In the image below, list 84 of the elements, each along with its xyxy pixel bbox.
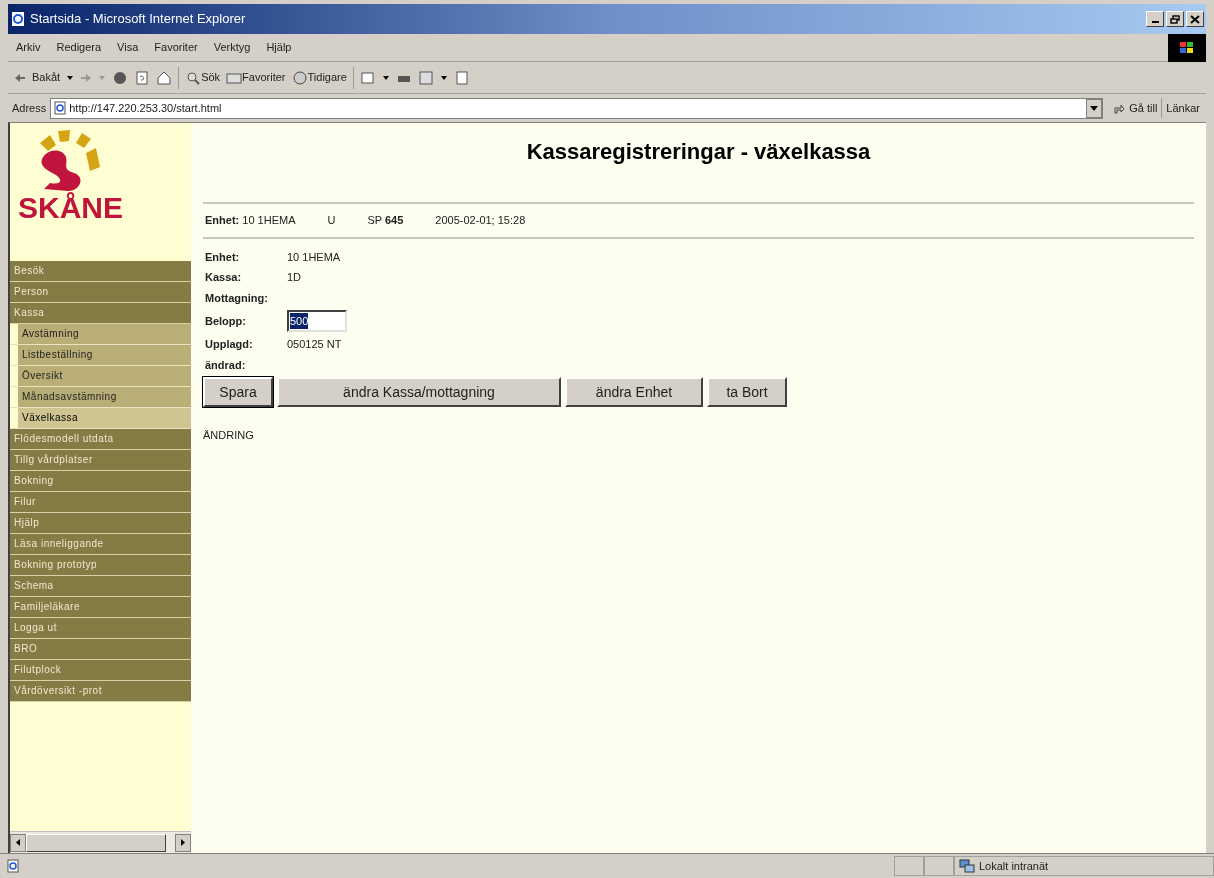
status-message: ÄNDRING [203, 428, 255, 443]
sidebar-item[interactable]: Vårdöversikt -prot [10, 681, 191, 701]
menu-item[interactable]: Arkiv [8, 39, 49, 56]
form-button[interactable]: Spara [203, 377, 273, 407]
page-icon [6, 859, 20, 873]
amount-field[interactable]: 500 [287, 310, 347, 332]
header-text: 2005-02-01; 15:28 [435, 213, 526, 228]
menu-item[interactable]: Redigera [48, 39, 110, 56]
header-text: U [327, 213, 336, 228]
sidebar-item[interactable]: Växelkassa [18, 408, 191, 428]
sidebar-item[interactable]: Besök [10, 261, 191, 281]
sidebar-item[interactable]: Översikt [18, 366, 191, 386]
sidebar-item[interactable]: Logga ut [10, 618, 191, 638]
page-icon [53, 101, 68, 115]
left-arrow-icon [16, 839, 20, 846]
sidebar-item[interactable]: Bokning prototyp [10, 555, 191, 575]
history-button[interactable]: Tidigare [307, 69, 347, 86]
close-icon [1190, 14, 1200, 24]
sidebar-item[interactable]: Avstämning [18, 324, 191, 344]
intranet-icon [959, 859, 975, 873]
sidebar-item[interactable]: Månadsavstämning [18, 387, 191, 407]
home-icon[interactable] [156, 69, 173, 86]
field-label: Enhet: [205, 249, 241, 265]
restore-button[interactable] [1166, 11, 1184, 27]
sidebar-item[interactable]: Flödesmodell utdata [10, 429, 191, 449]
sidebar-item[interactable]: Bokning [10, 471, 191, 491]
address-field[interactable]: http://147.220.253.30/start.html [50, 97, 1104, 119]
caret-icon [1090, 105, 1099, 111]
sidebar-item[interactable]: Familjeläkare [10, 597, 191, 617]
minimize-icon [1151, 21, 1159, 23]
field-label: Mottagning: [205, 290, 269, 306]
search-icon[interactable] [185, 69, 202, 86]
links-button[interactable]: Länkar [1166, 99, 1202, 117]
right-arrow-icon [181, 839, 185, 846]
menu-item[interactable]: Visa [109, 39, 147, 56]
scrollbar-thumb[interactable] [26, 833, 166, 852]
field-label: ändrad: [205, 357, 247, 373]
window-title: Startsida - Microsoft Internet Explorer [30, 10, 246, 29]
sidebar-item[interactable]: Tillg vårdplatser [10, 450, 191, 470]
field-label: Kassa: [205, 270, 243, 285]
back-button[interactable]: Bakåt [32, 69, 61, 86]
menu-item[interactable]: Hjälp [258, 39, 300, 56]
sidebar-item[interactable]: Listbeställning [18, 345, 191, 365]
scroll-right-button[interactable] [175, 833, 191, 852]
sidebar-item[interactable]: Filutplock [10, 660, 191, 680]
go-button[interactable]: Gå till [1129, 99, 1158, 117]
field-value: 10 1HEMA [287, 249, 341, 265]
sidebar-item[interactable]: Läsa inneliggande [10, 534, 191, 554]
address-label: Adress [12, 100, 47, 116]
menu-item[interactable]: Verktyg [205, 39, 259, 56]
favorites-button[interactable]: Favoriter [242, 69, 286, 86]
field-value: 050125 NT [287, 337, 342, 352]
browser-icon [10, 11, 26, 27]
form-button[interactable]: ta Bort [707, 377, 787, 407]
field-label: Belopp: [205, 313, 247, 329]
go-arrow-icon [1113, 102, 1126, 114]
sidebar-item[interactable]: Person [10, 282, 191, 302]
status-panel [894, 856, 924, 876]
menu-item[interactable]: Favoriter [146, 39, 206, 56]
windows-logo [1168, 33, 1206, 62]
header-text: Enhet: 10 1HEMA [205, 213, 296, 228]
zone-label: Lokalt intranät [979, 858, 1049, 874]
restore-icon [1170, 14, 1180, 24]
sidebar-item[interactable]: BRO [10, 639, 191, 659]
stop-icon[interactable] [112, 69, 129, 86]
sidebar-item[interactable]: Filur [10, 492, 191, 512]
sidebar-item[interactable]: Hjälp [10, 513, 191, 533]
dropdown-button[interactable] [1086, 98, 1103, 118]
close-button[interactable] [1186, 11, 1204, 27]
logo-text: SKÅNE [18, 193, 124, 223]
sidebar-item[interactable]: Schema [10, 576, 191, 596]
page-title: Kassaregistreringar - växelkassa [525, 138, 872, 166]
minimize-button[interactable] [1146, 11, 1164, 27]
field-value: 1D [287, 270, 302, 285]
refresh-icon[interactable] [134, 69, 151, 86]
globe-icon[interactable] [291, 69, 308, 86]
header-text: SP 645 [367, 213, 404, 228]
form-button[interactable]: ändra Enhet [565, 377, 703, 407]
scroll-left-button[interactable] [10, 833, 26, 852]
field-label: Upplagd: [205, 337, 254, 352]
note-icon[interactable] [453, 69, 470, 86]
sidebar-item[interactable]: Kassa [10, 303, 191, 323]
form-button[interactable]: ändra Kassa/mottagning [277, 377, 561, 407]
search-button[interactable]: Sök [201, 69, 221, 86]
